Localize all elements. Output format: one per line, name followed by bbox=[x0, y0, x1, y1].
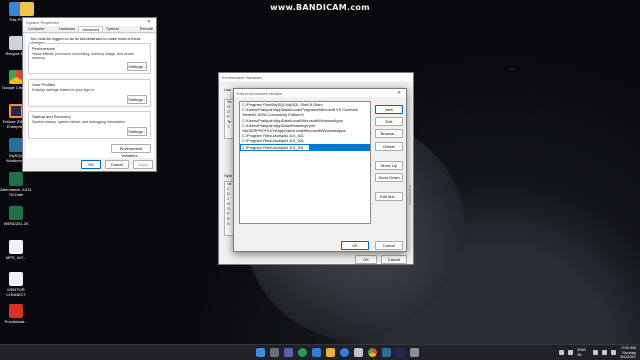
edit-text-button[interactable]: Edit text... bbox=[375, 192, 403, 201]
desktop-icon-folder[interactable] bbox=[17, 2, 37, 17]
file-explorer-icon[interactable] bbox=[326, 348, 335, 357]
system-variables-scrollbar[interactable] bbox=[409, 185, 411, 205]
user-profiles-group: User Profiles Desktop settings related t… bbox=[28, 79, 151, 107]
search-icon[interactable] bbox=[270, 348, 279, 357]
bandicam-watermark: www.BANDICAM.com bbox=[270, 3, 370, 12]
close-icon[interactable]: ✕ bbox=[145, 18, 153, 26]
pdf-icon bbox=[9, 304, 23, 318]
eclipse-icon[interactable] bbox=[396, 348, 405, 357]
mysql-icon[interactable] bbox=[382, 348, 391, 357]
edge-icon[interactable] bbox=[340, 348, 349, 357]
path-list: C:\Program Files\MySQL\MySQL Shell 8.0\b… bbox=[239, 101, 371, 224]
edit-button[interactable]: Edit bbox=[375, 117, 403, 126]
desktop-icon-provisional[interactable]: Provisional... bbox=[0, 304, 32, 324]
env-ok-button[interactable]: OK bbox=[355, 255, 377, 264]
tab-hardware[interactable]: Hardware bbox=[56, 26, 78, 32]
browse-button[interactable]: Browse... bbox=[375, 129, 403, 138]
desktop-icon-label: WEBD201-20 bbox=[3, 221, 29, 226]
desktop-icon-label: Provisional... bbox=[4, 319, 28, 324]
desktop-icon-mentor[interactable]: MENTOR CONNECT bbox=[0, 272, 32, 297]
user-profiles-settings-button[interactable]: Settings... bbox=[127, 95, 147, 104]
vscode-icon[interactable] bbox=[312, 348, 321, 357]
system-variables-label: Syst bbox=[224, 173, 232, 178]
user-variables-label: Use bbox=[224, 87, 232, 92]
user-profiles-desc: Desktop settings related to your sign-in bbox=[32, 88, 95, 92]
ok-button[interactable]: OK bbox=[81, 160, 101, 169]
apply-button[interactable]: Apply bbox=[133, 160, 153, 169]
taskbar: ENG IN 2:02 AM Sunday 8/1/2021 bbox=[0, 344, 640, 360]
desktop-icon-mpr[interactable]: MPR_INT... bbox=[0, 240, 32, 260]
close-icon[interactable]: ✕ bbox=[395, 89, 403, 97]
desktop-icon-attendance[interactable]: Attendance Jul'21 Till Date bbox=[0, 172, 32, 197]
edit-env-titlebar: Edit environment variable ✕ bbox=[234, 89, 406, 97]
whatsapp-icon[interactable] bbox=[298, 348, 307, 357]
startup-recovery-desc: System startup, system failure, and debu… bbox=[32, 120, 125, 124]
startup-recovery-group: Startup and Recovery System startup, sys… bbox=[28, 111, 151, 139]
store-icon[interactable] bbox=[354, 348, 363, 357]
chrome-icon[interactable] bbox=[368, 348, 377, 357]
chrome-icon bbox=[9, 70, 23, 84]
excel-icon bbox=[9, 172, 23, 186]
startup-recovery-title: Startup and Recovery bbox=[32, 114, 71, 119]
tab-computer-name[interactable]: Computer Name bbox=[25, 26, 56, 38]
performance-desc: Visual effects, processor scheduling, me… bbox=[32, 52, 134, 60]
environment-variables-titlebar: Environment Variables bbox=[219, 73, 413, 81]
path-edit-field[interactable]: C:\Program Files\Java\jdk1.8.0_301 bbox=[240, 143, 370, 151]
environment-variables-button[interactable]: Environment Variables... bbox=[111, 144, 151, 158]
edit-env-cancel-button[interactable]: Cancel bbox=[375, 241, 403, 250]
file-icon bbox=[9, 240, 23, 254]
desktop-icon-label: MENTOR CONNECT bbox=[6, 287, 26, 297]
settings-icon[interactable] bbox=[410, 348, 419, 357]
eclipse-icon bbox=[9, 104, 23, 118]
performance-settings-button[interactable]: Settings... bbox=[127, 62, 147, 71]
task-view-icon[interactable] bbox=[284, 348, 293, 357]
cloud-icon[interactable] bbox=[568, 350, 574, 356]
new-button[interactable]: New bbox=[375, 105, 403, 114]
file-icon bbox=[9, 272, 23, 286]
delete-button[interactable]: Delete bbox=[375, 142, 403, 151]
taskbar-clock[interactable]: 2:02 AM Sunday 8/1/2021 bbox=[620, 345, 636, 360]
start-icon[interactable] bbox=[256, 348, 265, 357]
window-title: Environment Variables bbox=[222, 74, 262, 80]
performance-title: Performance bbox=[32, 46, 55, 51]
tab-advanced[interactable]: Advanced bbox=[78, 26, 104, 32]
user-profiles-title: User Profiles bbox=[32, 82, 55, 87]
recycle-bin-icon bbox=[9, 36, 23, 50]
window-title: Edit environment variable bbox=[237, 90, 283, 96]
wifi-icon[interactable] bbox=[593, 350, 599, 356]
desktop-icon-label: MPR_INT... bbox=[5, 255, 27, 260]
system-properties-tabs: Computer Name Hardware Advanced System P… bbox=[23, 26, 156, 38]
system-tray: ENG IN 2:02 AM Sunday 8/1/2021 bbox=[559, 345, 636, 360]
system-properties-window: System Properties ✕ Computer Name Hardwa… bbox=[22, 17, 157, 172]
desktop-icon-label: Attendance Jul'21 Till Date bbox=[0, 187, 32, 197]
desktop-icon-webd[interactable]: WEBD201-20 bbox=[0, 206, 32, 226]
startup-recovery-settings-button[interactable]: Settings... bbox=[127, 127, 147, 136]
move-up-button[interactable]: Move Up bbox=[375, 161, 403, 170]
mysql-icon bbox=[9, 138, 23, 152]
battery-icon[interactable] bbox=[611, 350, 617, 356]
edit-env-ok-button[interactable]: OK bbox=[341, 241, 369, 250]
cancel-button[interactable]: Cancel bbox=[105, 160, 129, 169]
folder-icon bbox=[20, 2, 34, 16]
advanced-tab-panel: You must be logged on as an Administrato… bbox=[26, 34, 154, 158]
system-properties-titlebar: System Properties ✕ bbox=[23, 18, 156, 26]
volume-icon[interactable] bbox=[602, 350, 608, 356]
env-cancel-button[interactable]: Cancel bbox=[381, 255, 407, 264]
performance-group: Performance Visual effects, processor sc… bbox=[28, 43, 151, 74]
tab-system-protection[interactable]: System Protection bbox=[103, 26, 136, 38]
move-down-button[interactable]: Move Down bbox=[375, 173, 403, 182]
taskbar-app-icons bbox=[256, 348, 419, 357]
excel-icon bbox=[9, 206, 23, 220]
desktop: www.BANDICAM.com This PC Recycle Bin Goo… bbox=[0, 0, 640, 344]
language-indicator[interactable]: ENG IN bbox=[577, 348, 589, 357]
tab-remote[interactable]: Remote bbox=[137, 26, 156, 32]
clock-date: 8/1/2021 bbox=[620, 354, 636, 360]
window-title: System Properties bbox=[26, 19, 59, 25]
chevron-up-icon[interactable] bbox=[559, 350, 565, 356]
edit-environment-variable-dialog: Edit environment variable ✕ C:\Program F… bbox=[233, 88, 407, 252]
